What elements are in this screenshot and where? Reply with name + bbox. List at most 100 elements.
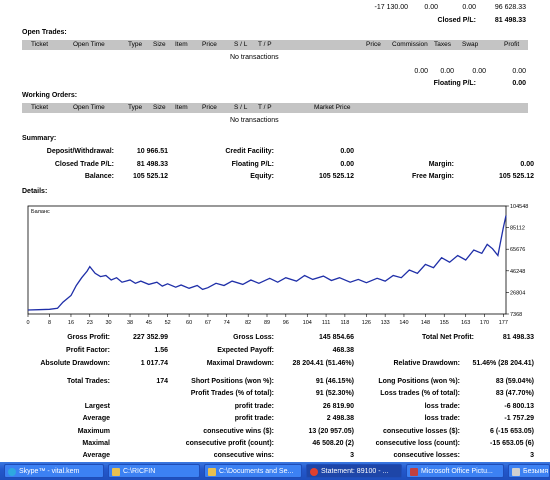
wcol-ticket: Ticket (31, 104, 49, 111)
x-tick-label: 23 (87, 320, 93, 326)
open-total-2: 0.00 (440, 68, 454, 75)
taskbar-label: C:\Documents and Se... (219, 468, 294, 475)
x-tick-label: 30 (105, 320, 111, 326)
total-trades-value: 174 (156, 378, 168, 385)
deposit-label: Deposit/Withdrawal: (46, 148, 114, 155)
deposit-value: 10 966.51 (136, 148, 168, 155)
x-tick-label: 104 (303, 320, 312, 326)
balance-value: 105 525.12 (132, 173, 168, 180)
top-value-2: 0.00 (424, 4, 438, 11)
taskbar-label: Microsoft Office Pictu... (421, 468, 493, 475)
col-ticket: Ticket (31, 41, 49, 48)
x-tick-label: 96 (283, 320, 289, 326)
balance-label: Balance: (84, 173, 114, 180)
free-margin-value: 105 525.12 (498, 173, 534, 180)
wcol-price: Price (202, 104, 217, 111)
margin-value: 0.00 (520, 161, 534, 168)
total-net-value: 81 498.33 (502, 334, 534, 341)
total-net-label: Total Net Profit: (422, 334, 474, 341)
taskbar-item-untitled[interactable]: Безымя (508, 464, 550, 478)
avg-wins-value: 3 (350, 452, 354, 459)
wcol-size: Size (153, 104, 166, 111)
open-trades-header: Ticket Open Time Type Size Item Price S … (22, 40, 528, 50)
col-profit: Profit (504, 41, 520, 48)
col-taxes: Taxes (434, 41, 451, 48)
open-total-1: 0.00 (414, 68, 428, 75)
floating-pl-value: 0.00 (512, 80, 526, 87)
x-tick-label: 163 (461, 320, 470, 326)
x-tick-label: 52 (165, 320, 171, 326)
taskbar-item-documents[interactable]: C:\Documents and Se... (204, 464, 302, 478)
max-cons-wins-value: 13 (20 957.05) (308, 428, 354, 435)
avg-losses-label: consecutive losses: (393, 452, 460, 459)
taskbar-item-ricfin[interactable]: C:\RICFIN (108, 464, 200, 478)
summary-floating-value: 0.00 (340, 161, 354, 168)
max-drawdown-label: Maximal Drawdown: (206, 360, 274, 367)
top-value-4: 96 628.33 (494, 4, 526, 11)
expected-payoff-label: Expected Payoff: (217, 347, 274, 354)
details-title: Details: (22, 188, 48, 195)
wcol-tp: T / P (258, 104, 272, 111)
largest-loss-value: -6 800.13 (504, 403, 534, 410)
avg-losses-value: 3 (530, 452, 534, 459)
working-orders-header: Ticket Open Time Type Size Item Price S … (22, 103, 528, 113)
max-cons-wins-label: consecutive wins ($): (203, 428, 274, 435)
picture-manager-icon (410, 468, 418, 476)
col-price-2: Price (366, 41, 381, 48)
col-type: Type (128, 41, 143, 48)
max-drawdown-value: 28 204.41 (51.46%) (292, 360, 355, 367)
top-value-1: -17 130.00 (374, 4, 408, 11)
y-tick-label: 104548 (510, 204, 528, 210)
x-tick-label: 89 (264, 320, 270, 326)
col-item: Item (175, 41, 188, 48)
x-tick-label: 140 (399, 320, 408, 326)
x-tick-label: 133 (381, 320, 390, 326)
wcol-sl: S / L (234, 104, 248, 111)
top-value-3: 0.00 (462, 4, 476, 11)
abs-drawdown-label: Absolute Drawdown: (40, 360, 110, 367)
long-positions-value: 83 (59.04%) (495, 378, 534, 385)
x-tick-label: 82 (245, 320, 251, 326)
wcol-type: Type (128, 104, 143, 111)
x-tick-label: 8 (48, 320, 51, 326)
col-open-time: Open Time (73, 41, 105, 48)
closed-pl-label: Closed P/L: (437, 17, 476, 24)
col-sl: S / L (234, 41, 248, 48)
profit-trades-label: Profit Trades (% of total): (190, 390, 274, 397)
taskbar-label: Безымя (523, 468, 549, 475)
equity-label: Equity: (250, 173, 274, 180)
col-commission: Commission (392, 41, 428, 48)
paint-icon (512, 468, 520, 476)
col-size: Size (153, 41, 166, 48)
wcol-open-time: Open Time (73, 104, 105, 111)
x-tick-label: 74 (224, 320, 230, 326)
taskbar-label: Skype™ - vital.kem (19, 468, 80, 475)
x-tick-label: 45 (146, 320, 152, 326)
average-label: Average (82, 415, 110, 422)
profit-trades-value: 91 (52.30%) (315, 390, 354, 397)
y-tick-label: 26804 (510, 290, 525, 296)
x-tick-label: 0 (26, 320, 29, 326)
open-total-3: 0.00 (472, 68, 486, 75)
col-tp: T / P (258, 41, 272, 48)
rel-drawdown-value: 51.46% (28 204.41) (472, 360, 535, 367)
folder-icon (208, 468, 216, 476)
taskbar-item-office-picture[interactable]: Microsoft Office Pictu... (406, 464, 504, 478)
x-tick-label: 38 (127, 320, 133, 326)
maximal-loss-label: consecutive loss (count): (375, 440, 460, 447)
taskbar-item-statement[interactable]: Statement: 89100 - ... (306, 464, 402, 478)
legend-label: Баланс (31, 209, 50, 215)
max-cons-losses-value: 6 (-15 653.05) (490, 428, 534, 435)
plot-frame (27, 205, 507, 315)
credit-value: 0.00 (340, 148, 354, 155)
x-tick-label: 60 (186, 320, 192, 326)
x-tick-label: 16 (68, 320, 74, 326)
gross-loss-label: Gross Loss: (233, 334, 274, 341)
y-tick-label: 65676 (510, 247, 525, 253)
free-margin-label: Free Margin: (411, 173, 454, 180)
taskbar-item-skype[interactable]: Skype™ - vital.kem (4, 464, 104, 478)
average2-label: Average (82, 452, 110, 459)
avg-wins-label: consecutive wins: (213, 452, 274, 459)
x-tick-label: 148 (421, 320, 430, 326)
closed-trade-value: 81 498.33 (136, 161, 168, 168)
